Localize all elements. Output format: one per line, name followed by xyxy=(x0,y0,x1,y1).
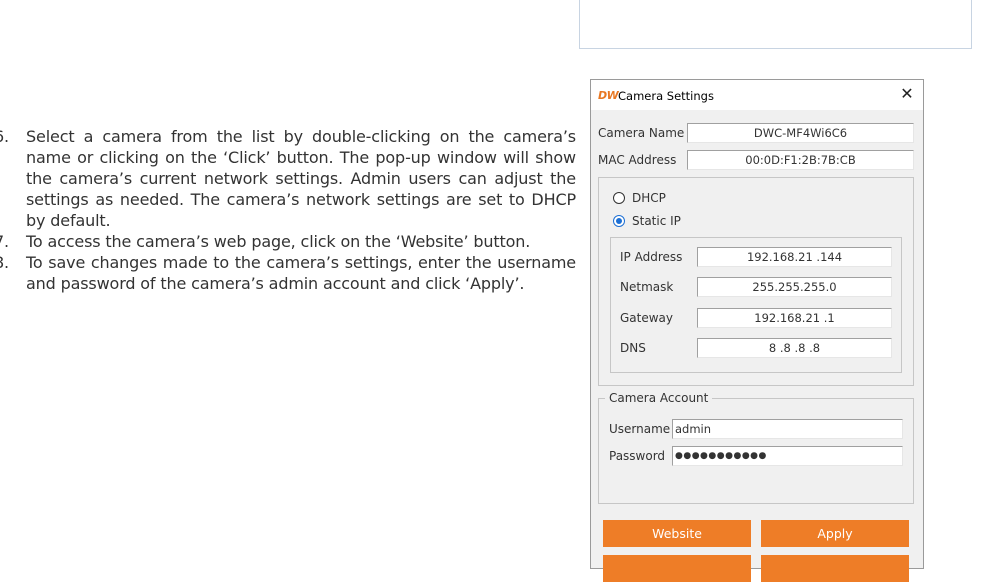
extra-button-left[interactable] xyxy=(603,555,751,582)
previous-window-content xyxy=(594,0,961,38)
close-button[interactable]: ✕ xyxy=(897,84,917,104)
step-text: Select a camera from the list by double-… xyxy=(26,127,576,230)
camera-settings-dialog: DW Camera Settings ✕ Camera Name DWC-MF4… xyxy=(590,79,924,582)
mac-address-field[interactable]: 00:0D:F1:2B:7B:CB xyxy=(687,150,914,170)
password-field[interactable]: ●●●●●●●●●●● xyxy=(672,446,903,466)
dialog-title: Camera Settings xyxy=(618,89,714,103)
dw-logo: DW xyxy=(598,89,619,102)
password-label: Password xyxy=(609,449,666,463)
ip-address-field[interactable]: 192.168.21 .144 xyxy=(697,247,892,267)
camera-account-title: Camera Account xyxy=(605,391,713,405)
dhcp-radio[interactable] xyxy=(613,192,625,204)
username-field[interactable]: admin xyxy=(672,419,903,439)
static-ip-groupbox: IP Address 192.168.21 .144 Netmask 255.2… xyxy=(610,237,902,373)
gateway-label: Gateway xyxy=(620,311,674,325)
step-7: 7. To access the camera’s web page, clic… xyxy=(0,231,576,252)
gateway-field[interactable]: 192.168.21 .1 xyxy=(697,308,892,328)
apply-button[interactable]: Apply xyxy=(761,520,909,547)
instruction-steps: 6. Select a camera from the list by doub… xyxy=(0,126,576,294)
dialog-titlebar: DW Camera Settings ✕ xyxy=(591,80,923,110)
camera-account-groupbox: Camera Account Username admin Password ●… xyxy=(598,391,914,504)
step-8: 8. To save changes made to the camera’s … xyxy=(0,252,576,294)
dns-field[interactable]: 8 .8 .8 .8 xyxy=(697,338,892,358)
netmask-label: Netmask xyxy=(620,280,674,294)
previous-window-frame xyxy=(579,0,972,49)
dhcp-label: DHCP xyxy=(632,191,666,205)
step-number: 7. xyxy=(0,232,9,251)
website-button[interactable]: Website xyxy=(603,520,751,547)
mac-address-label: MAC Address xyxy=(598,153,677,167)
dns-label: DNS xyxy=(620,341,646,355)
username-label: Username xyxy=(609,422,671,436)
static-ip-label: Static IP xyxy=(632,214,681,228)
netmask-field[interactable]: 255.255.255.0 xyxy=(697,277,892,297)
static-ip-radio[interactable] xyxy=(613,215,625,227)
camera-name-label: Camera Name xyxy=(598,126,685,140)
step-text: To access the camera’s web page, click o… xyxy=(26,232,531,251)
step-number: 8. xyxy=(0,253,9,272)
extra-button-right[interactable] xyxy=(761,555,909,582)
step-6: 6. Select a camera from the list by doub… xyxy=(0,126,576,231)
ip-address-label: IP Address xyxy=(620,250,683,264)
step-text: To save changes made to the camera’s set… xyxy=(26,253,576,293)
camera-name-field[interactable]: DWC-MF4Wi6C6 xyxy=(687,123,914,143)
network-groupbox: DHCP Static IP IP Address 192.168.21 .14… xyxy=(598,177,914,386)
step-number: 6. xyxy=(0,127,9,146)
